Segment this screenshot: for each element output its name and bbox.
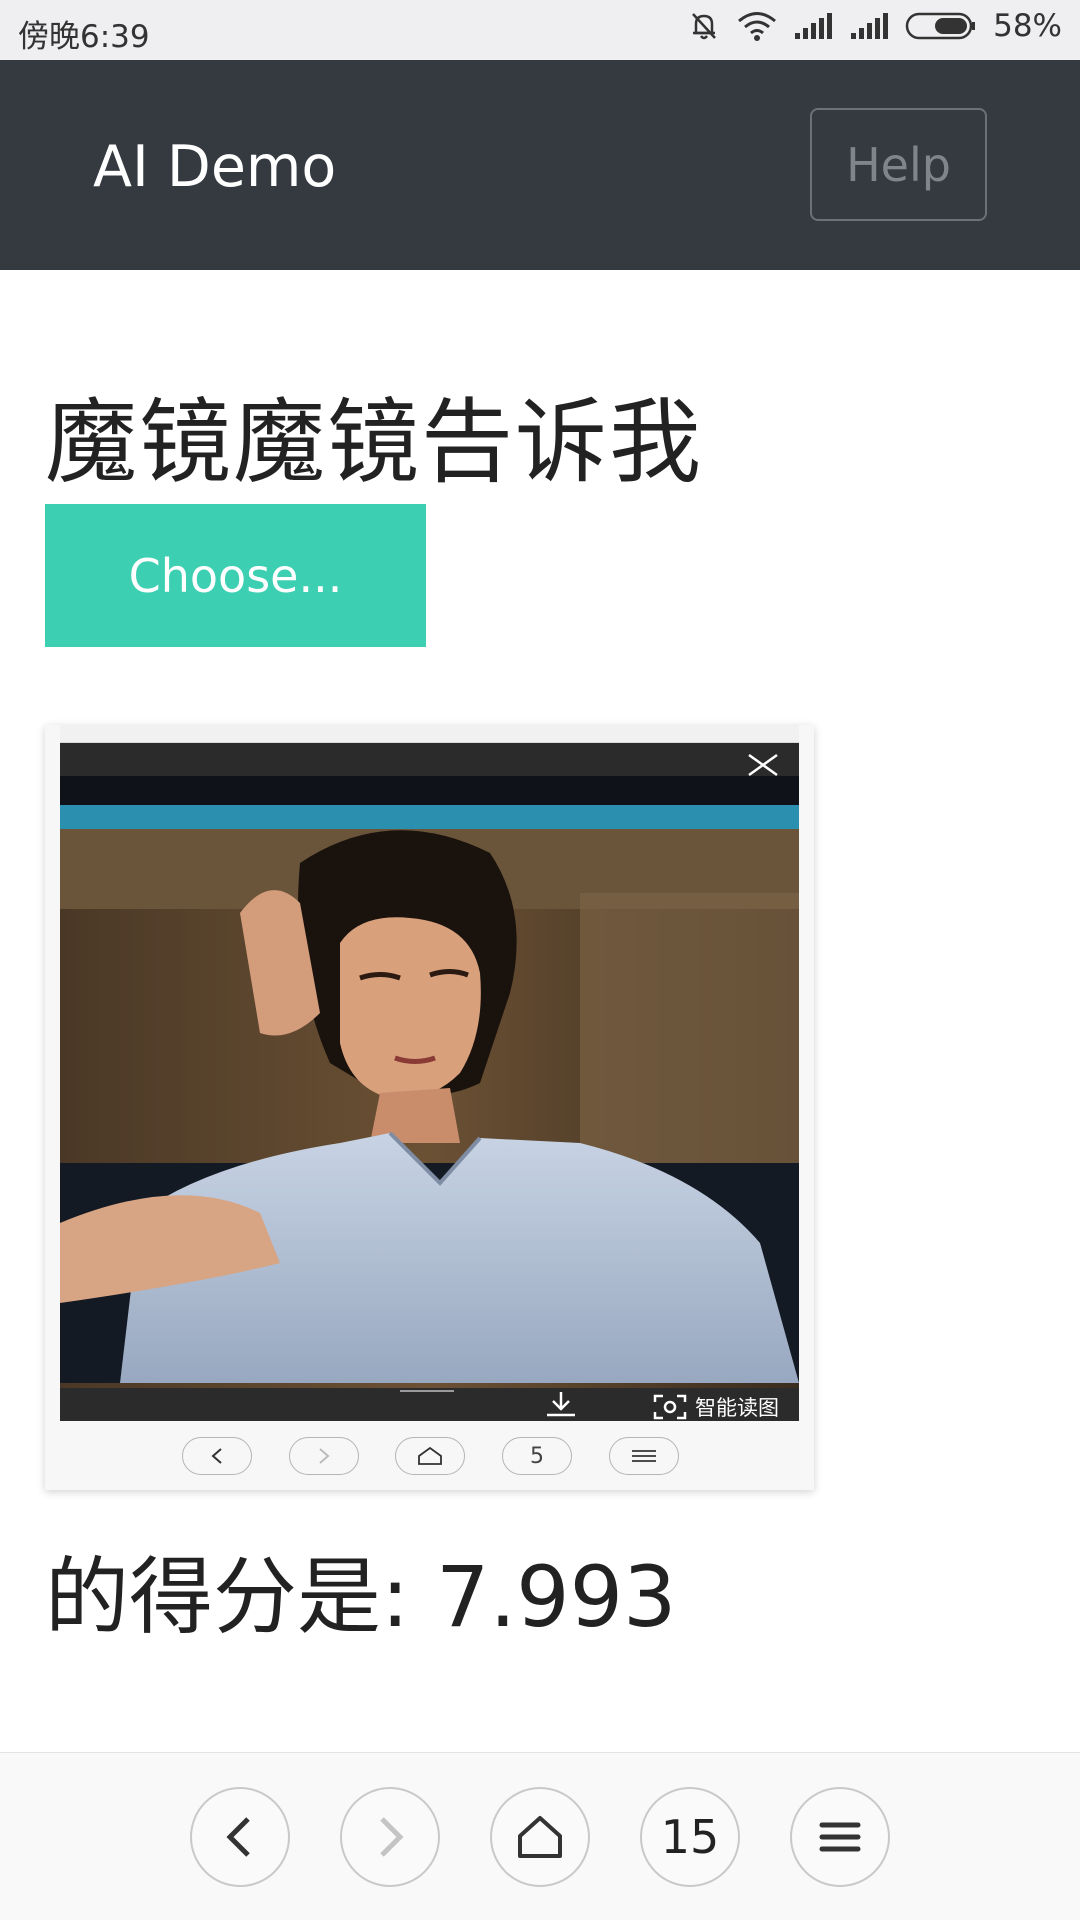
battery-percent: 58% bbox=[993, 8, 1062, 44]
browser-bottom-bar: 15 bbox=[0, 1752, 1080, 1920]
chevron-left-icon bbox=[226, 1817, 250, 1857]
wifi-icon bbox=[738, 12, 777, 41]
smart-read-label: 智能读图 bbox=[695, 1396, 779, 1420]
battery-icon bbox=[905, 12, 976, 40]
menu-button[interactable] bbox=[790, 1787, 890, 1887]
forward-button bbox=[289, 1437, 359, 1475]
drag-handle[interactable] bbox=[400, 1390, 454, 1396]
photo-top-bar bbox=[60, 743, 799, 776]
status-icons: 58% bbox=[687, 8, 1062, 44]
chevron-right-icon bbox=[380, 1817, 404, 1857]
home-button bbox=[395, 1437, 465, 1475]
close-icon[interactable] bbox=[745, 751, 781, 787]
back-button bbox=[182, 1437, 252, 1475]
tabs-button[interactable]: 15 bbox=[640, 1787, 740, 1887]
photo-bottom-bar: 智能读图 bbox=[60, 1388, 799, 1421]
photo: 智能读图 bbox=[60, 743, 799, 1421]
tabs-button: 5 bbox=[502, 1437, 572, 1475]
chevron-right-icon bbox=[319, 1448, 330, 1464]
help-button[interactable]: Help bbox=[810, 108, 987, 221]
choose-file-button[interactable]: Choose... bbox=[45, 504, 426, 647]
scan-icon bbox=[653, 1394, 687, 1420]
status-bar: 傍晚6:39 58% bbox=[0, 0, 1080, 60]
home-icon bbox=[518, 1816, 562, 1858]
menu-icon bbox=[632, 1450, 656, 1462]
score-result: 的得分是: 7.993 bbox=[45, 1548, 677, 1646]
portrait-photo bbox=[60, 743, 799, 1421]
tab-count: 5 bbox=[530, 1443, 544, 1469]
chevron-left-icon bbox=[211, 1448, 222, 1464]
menu-icon bbox=[819, 1822, 861, 1852]
tab-count: 15 bbox=[660, 1810, 720, 1864]
download-icon[interactable] bbox=[543, 1390, 579, 1418]
signal-icon bbox=[851, 13, 889, 39]
navbar: AI Demo Help bbox=[0, 60, 1080, 270]
mute-bell-icon bbox=[692, 13, 717, 40]
preview-status-strip bbox=[60, 725, 799, 743]
menu-button bbox=[609, 1437, 679, 1475]
status-time: 傍晚6:39 bbox=[18, 19, 150, 55]
preview-browser-bar: 5 bbox=[60, 1425, 799, 1485]
home-button[interactable] bbox=[490, 1787, 590, 1887]
signal-icon bbox=[795, 13, 833, 39]
home-icon bbox=[418, 1446, 442, 1465]
smart-read-button[interactable]: 智能读图 bbox=[653, 1392, 779, 1421]
brand-title[interactable]: AI Demo bbox=[93, 134, 336, 200]
back-button[interactable] bbox=[190, 1787, 290, 1887]
forward-button[interactable] bbox=[340, 1787, 440, 1887]
uploaded-image-preview: 智能读图 5 bbox=[45, 725, 814, 1490]
page-title: 魔镜魔镜告诉我 bbox=[45, 389, 704, 496]
